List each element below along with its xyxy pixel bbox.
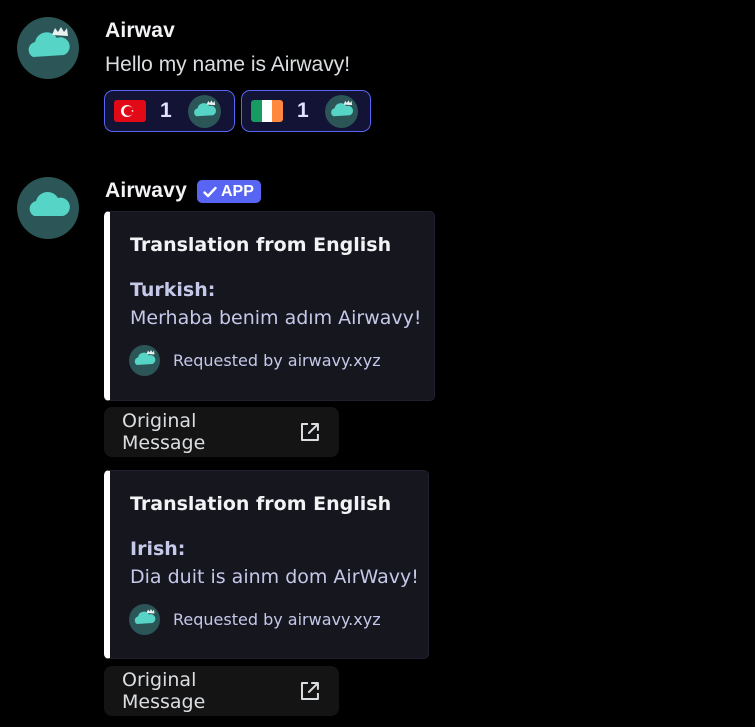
embed-footer: Requested by airwavy.xyz [129,345,381,376]
embed-title: Translation from English [130,493,392,515]
cloud-crown-icon [134,350,156,365]
button-label: Original Message [122,669,206,713]
external-link-icon [301,682,320,700]
embed-field-name: Irish: [130,538,186,560]
reaction-count: 1 [297,99,309,122]
checkmark-icon [203,186,217,197]
cloud-icon [29,192,70,216]
cloud-crown-icon [330,99,353,116]
bot-avatar[interactable] [17,177,79,239]
reaction-ireland[interactable]: 1 [241,90,371,132]
message-author[interactable]: Airwav [105,19,175,43]
ireland-flag-icon [251,100,283,122]
embed-title: Translation from English [130,234,392,256]
external-link-icon [301,423,320,441]
message-text: Hello my name is Airwavy! [105,53,351,76]
original-message-button[interactable]: Original Message [104,666,339,716]
reactor-avatar [187,94,221,128]
reaction-turkey[interactable]: 1 [104,90,235,132]
embed-field-value: Dia duit is ainm dom AirWavy! [130,566,419,588]
footer-avatar [129,604,160,635]
button-label: Original Message [122,410,206,454]
translation-embed: Translation from English Irish: Dia duit… [104,470,429,659]
turkey-flag-icon [114,100,146,122]
footer-avatar [129,345,160,376]
embed-field-value: Merhaba benim adım Airwavy! [130,307,422,329]
message-author[interactable]: Airwavy [105,179,187,203]
app-badge: APP [197,180,261,203]
embed-footer-text: Requested by airwavy.xyz [173,351,381,370]
cloud-crown-icon [134,609,156,624]
avatar[interactable] [17,17,79,79]
cloud-crown-icon [28,27,70,57]
app-badge-label: APP [221,182,254,200]
embed-field-name: Turkish: [130,279,216,301]
embed-footer: Requested by airwavy.xyz [129,604,381,635]
embed-footer-text: Requested by airwavy.xyz [173,610,381,629]
reaction-count: 1 [160,99,172,122]
reactor-avatar [324,94,358,128]
original-message-button[interactable]: Original Message [104,407,339,457]
translation-embed: Translation from English Turkish: Merhab… [104,211,435,401]
cloud-crown-icon [193,99,216,116]
